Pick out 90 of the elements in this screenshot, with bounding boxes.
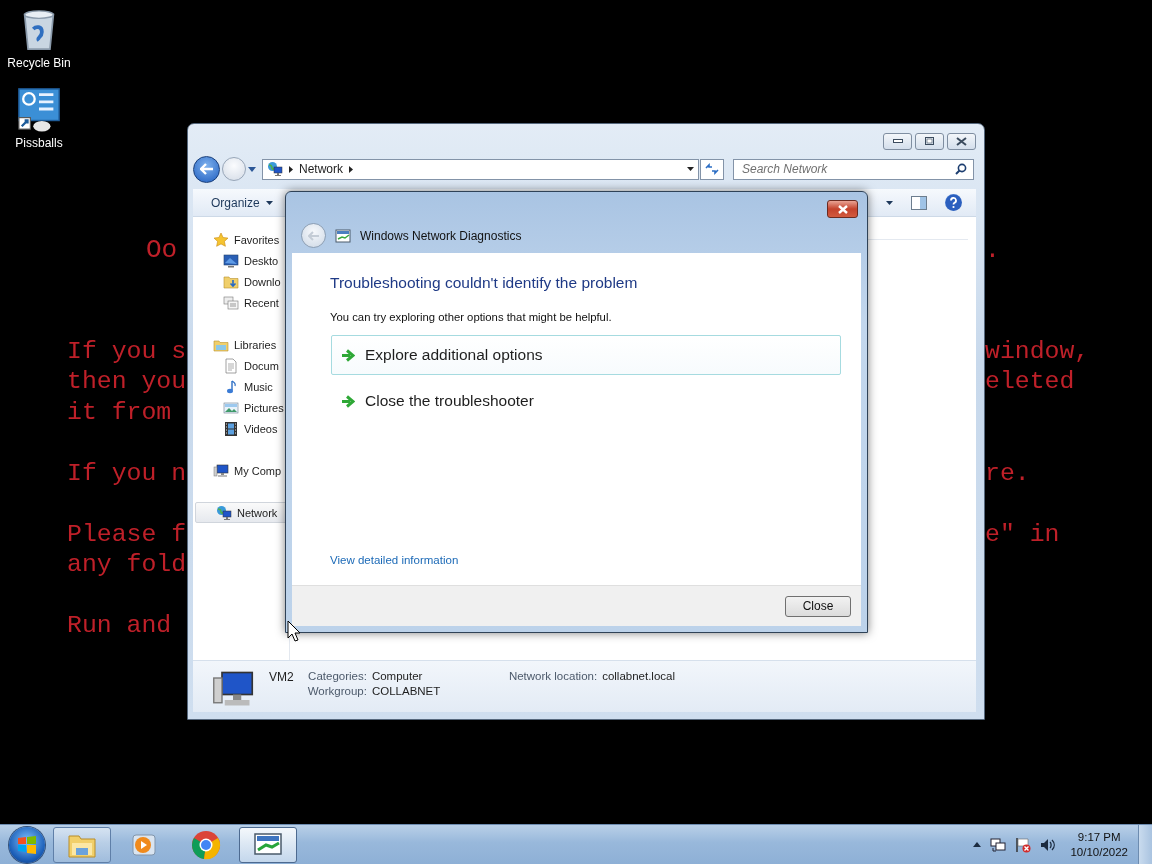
minimize-button[interactable] xyxy=(883,132,912,150)
message-text: Oo xyxy=(146,235,178,266)
star-icon xyxy=(213,231,229,248)
refresh-button[interactable] xyxy=(700,158,724,180)
monitor-icon xyxy=(253,831,283,858)
computer-name: VM2 xyxy=(269,670,294,684)
message-text: any fold xyxy=(67,549,187,580)
message-text: it from xyxy=(67,396,172,427)
network-icon xyxy=(216,504,232,521)
sidebar-item[interactable]: Videos xyxy=(193,418,289,439)
colored-ring-icon xyxy=(191,829,221,860)
refresh-icon xyxy=(705,163,719,175)
sidebar-item[interactable]: My Comp xyxy=(193,460,289,481)
flag-error-icon[interactable] xyxy=(1015,836,1032,853)
search-icon xyxy=(955,163,967,175)
message-text: re. xyxy=(985,457,1030,488)
network-icon[interactable] xyxy=(990,836,1007,853)
address-bar[interactable]: Network xyxy=(262,158,699,180)
arrow-icon xyxy=(341,394,355,408)
caret-icon[interactable] xyxy=(687,167,694,171)
computer-icon xyxy=(213,462,229,479)
start-button[interactable] xyxy=(9,826,45,863)
arrow-icon xyxy=(341,348,355,362)
windows-logo-icon xyxy=(17,834,37,855)
monitor-icon xyxy=(223,252,239,269)
message-text: Run and xyxy=(67,610,172,641)
field-value: COLLABNET xyxy=(371,685,442,697)
download-folder-icon xyxy=(223,273,239,290)
sidebar-item[interactable]: Favorites xyxy=(193,229,289,250)
picture-icon xyxy=(223,399,239,416)
taskbar-button[interactable] xyxy=(53,826,111,863)
close-button[interactable] xyxy=(827,200,858,218)
message-text: e" in xyxy=(985,518,1060,549)
desktop-icon-label[interactable]: Recycle Bin xyxy=(7,56,71,70)
field-value: Computer xyxy=(371,670,424,682)
breadcrumb[interactable]: Network xyxy=(299,162,343,176)
search-field[interactable]: Search Network xyxy=(733,158,974,180)
diagnostics-icon xyxy=(335,227,351,244)
film-icon xyxy=(223,420,239,437)
search-placeholder: Search Network xyxy=(742,162,828,176)
sidebar-item[interactable]: Downlo xyxy=(193,271,289,292)
clock[interactable]: 9:17 PM 10/10/2022 xyxy=(1070,829,1128,860)
chevron-icon xyxy=(349,165,353,173)
field-value: collabnet.local xyxy=(602,670,676,682)
message-text: eleted xyxy=(985,366,1075,397)
caret-icon xyxy=(265,200,273,205)
sidebar-item[interactable]: Libraries xyxy=(193,334,289,355)
app-shortcut-icon[interactable] xyxy=(16,86,62,132)
taskbar-button[interactable] xyxy=(239,826,297,863)
organize-menu[interactable]: Organize xyxy=(211,195,273,210)
close-button[interactable] xyxy=(947,132,976,150)
field-label: Network location: xyxy=(508,670,598,682)
cursor-icon xyxy=(287,620,301,642)
message-text: then you xyxy=(67,366,187,397)
message-text: window, xyxy=(985,335,1090,366)
document-icon xyxy=(223,357,239,374)
sidebar-item[interactable]: Recent xyxy=(193,292,289,313)
minimize-icon xyxy=(892,138,903,144)
close-icon xyxy=(836,204,849,214)
back-button[interactable] xyxy=(193,155,220,183)
maximize-button[interactable] xyxy=(915,132,944,150)
show-hidden-icons-icon[interactable] xyxy=(973,842,982,847)
dialog-title: Windows Network Diagnostics xyxy=(360,228,522,243)
field-label: Categories: xyxy=(307,670,367,682)
close-icon xyxy=(956,136,967,146)
maximize-icon xyxy=(925,137,934,145)
dialog-message: You can try exploring other options that might be helpful. xyxy=(330,311,613,323)
dialog-heading: Troubleshooting couldn't identify the problem xyxy=(330,273,639,293)
close-button[interactable]: Close xyxy=(785,595,851,617)
caret-icon[interactable] xyxy=(886,200,893,205)
back-arrow-icon xyxy=(199,163,214,175)
option-link[interactable]: Close the troubleshooter xyxy=(331,381,841,421)
chevron-icon xyxy=(289,165,293,173)
window-stack-icon xyxy=(223,294,239,311)
field-label: Workgroup: xyxy=(307,685,367,697)
preview-pane-icon[interactable] xyxy=(911,195,927,210)
message-text: If you s xyxy=(67,335,187,366)
sidebar-item[interactable]: Docum xyxy=(193,355,289,376)
sidebar-item[interactable]: Music xyxy=(193,376,289,397)
desktop-icon-label[interactable]: Pissballs xyxy=(15,136,63,150)
network-icon xyxy=(267,161,283,177)
sidebar-item[interactable]: Deskto xyxy=(193,250,289,271)
message-text: If you n xyxy=(67,457,187,488)
details-link[interactable]: View detailed information xyxy=(330,554,459,566)
option-link[interactable]: Explore additional options xyxy=(331,335,841,375)
back-arrow-icon xyxy=(307,230,320,241)
sidebar-item[interactable]: Pictures xyxy=(193,397,289,418)
help-icon[interactable] xyxy=(945,194,962,211)
message-text: Please f xyxy=(67,518,187,549)
message-text: . xyxy=(985,235,1000,266)
